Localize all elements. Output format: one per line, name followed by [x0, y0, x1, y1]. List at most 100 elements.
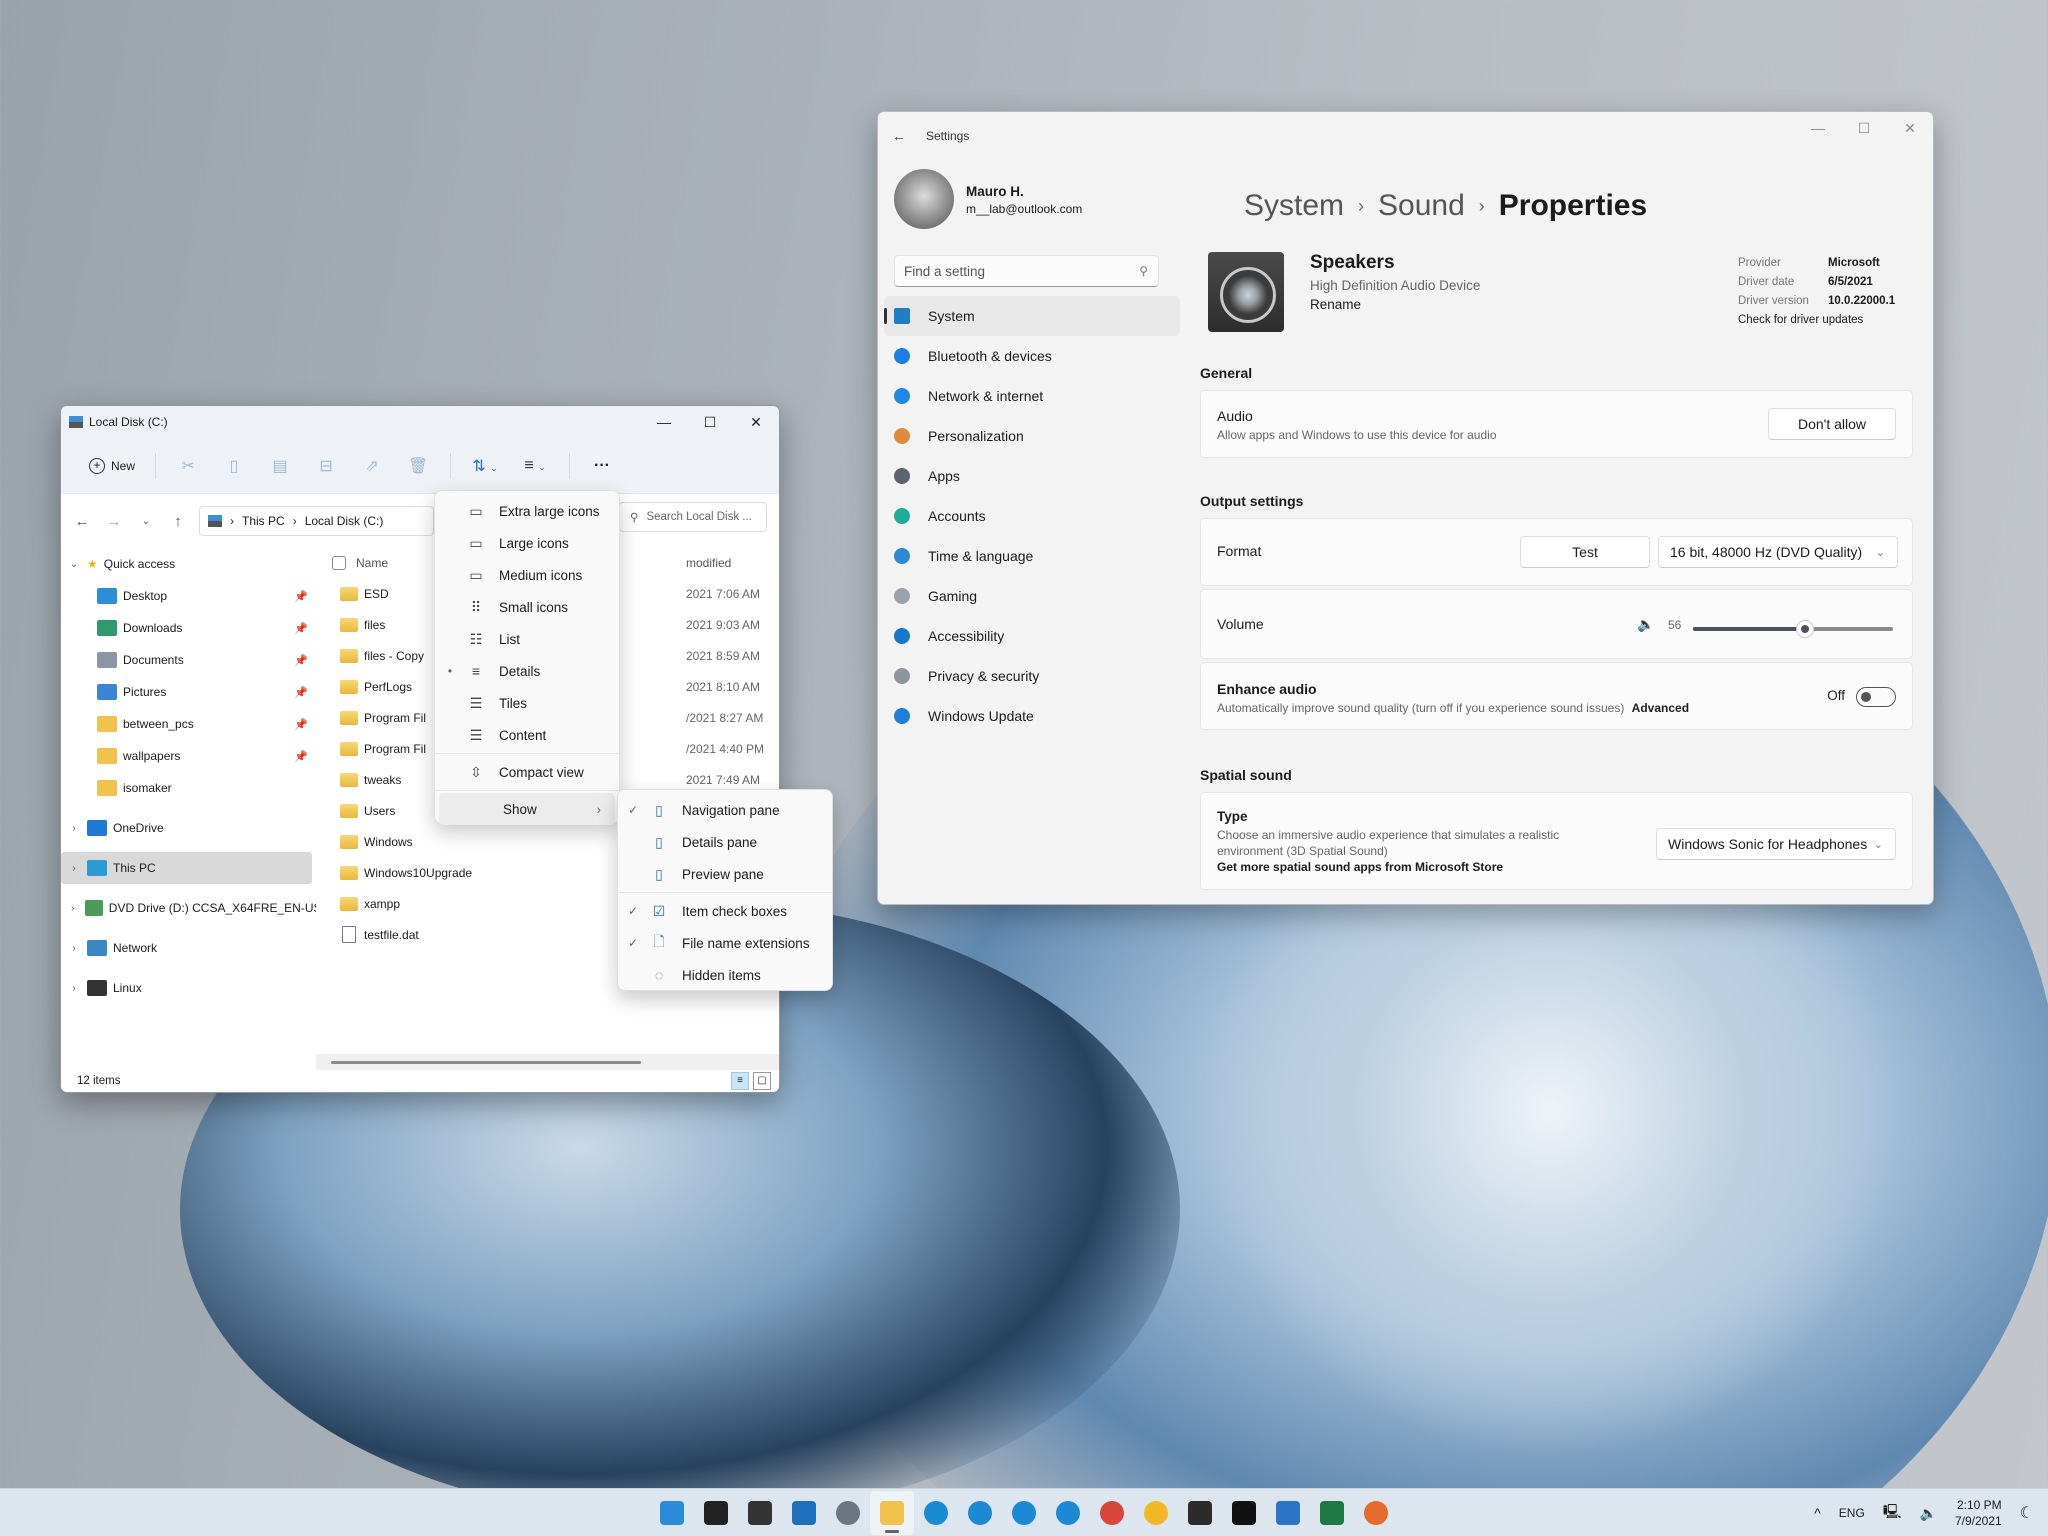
new-button[interactable]: + New — [81, 454, 143, 478]
select-all-checkbox[interactable] — [332, 556, 346, 570]
settings-nav-personalization[interactable]: Personalization — [884, 416, 1180, 456]
chevron-right-icon[interactable]: › — [61, 943, 87, 954]
nav-item-this[interactable]: › This PC — [61, 852, 312, 884]
settings-nav-windows-update[interactable]: Windows Update — [884, 696, 1180, 736]
settings-nav-privacy-security[interactable]: Privacy & security — [884, 656, 1180, 696]
back-arrow-icon[interactable]: ← — [71, 513, 93, 530]
explorer-titlebar[interactable]: Local Disk (C:) — ☐ ✕ — [61, 406, 779, 438]
copy-icon[interactable]: ▯ — [214, 456, 254, 476]
taskbar-edge-beta[interactable] — [958, 1491, 1002, 1535]
breadcrumb-this-pc[interactable]: This PC — [242, 514, 285, 528]
chevron-right-icon[interactable]: › — [61, 823, 87, 834]
view-menu-item-tiles[interactable]: ☰ Tiles — [435, 687, 619, 719]
breadcrumb-local-disk[interactable]: Local Disk (C:) — [305, 514, 384, 528]
taskbar-command-prompt[interactable] — [1222, 1491, 1266, 1535]
nav-item-desktop[interactable]: Desktop 📌 — [61, 580, 316, 612]
chevron-right-icon[interactable]: › — [61, 863, 87, 874]
show-menu-item-hidden-items[interactable]: ◌ Hidden items — [618, 959, 832, 991]
view-menu-item-show[interactable]: Show › — [439, 793, 615, 825]
chevron-right-icon[interactable]: › — [61, 983, 87, 994]
forward-arrow-icon[interactable]: → — [103, 513, 125, 530]
nav-item-documents[interactable]: Documents 📌 — [61, 644, 316, 676]
nav-item-network[interactable]: › Network — [61, 932, 316, 964]
volume-slider-thumb[interactable] — [1796, 620, 1814, 638]
settings-nav-bluetooth-devices[interactable]: Bluetooth & devices — [884, 336, 1180, 376]
spatial-type-dropdown[interactable]: Windows Sonic for Headphones ⌄ — [1656, 828, 1896, 860]
pin-icon[interactable]: 📌 — [294, 622, 308, 635]
view-icon[interactable]: ≡ ⌄ — [513, 457, 557, 475]
taskbar-terminal[interactable] — [1178, 1491, 1222, 1535]
show-menu-item-preview-pane[interactable]: ▯ Preview pane — [618, 858, 832, 890]
settings-titlebar[interactable]: ← Settings — [892, 128, 969, 144]
view-menu-item-details[interactable]: • ≡ Details — [435, 655, 619, 687]
more-options-button[interactable]: ··· — [582, 457, 622, 475]
speaker-volume-icon[interactable]: 🔈 — [1637, 616, 1654, 633]
view-menu-item-extra-large-icons[interactable]: ▭ Extra large icons — [435, 495, 619, 527]
view-menu-item-small-icons[interactable]: ⠿ Small icons — [435, 591, 619, 623]
volume-icon[interactable]: 🔈 — [1920, 1505, 1937, 1522]
chevron-right-icon[interactable]: › — [61, 903, 85, 914]
show-hidden-icons-chevron[interactable]: ^ — [1814, 1505, 1821, 1521]
nav-item-dvd[interactable]: › DVD Drive (D:) CCSA_X64FRE_EN-US_D — [61, 892, 316, 924]
language-indicator[interactable]: ENG — [1839, 1506, 1865, 1520]
share-icon[interactable]: ⇗ — [352, 456, 392, 476]
maximize-button[interactable]: ☐ — [1841, 112, 1887, 144]
test-button[interactable]: Test — [1520, 536, 1650, 568]
taskbar-file-explorer[interactable] — [870, 1491, 914, 1535]
close-button[interactable]: ✕ — [733, 414, 779, 431]
delete-icon[interactable]: 🗑 — [398, 456, 438, 476]
taskbar-widgets[interactable] — [782, 1491, 826, 1535]
nav-item-pictures[interactable]: Pictures 📌 — [61, 676, 316, 708]
show-menu-item-item-check-boxes[interactable]: ✓ ☑ Item check boxes — [618, 895, 832, 927]
enhance-audio-toggle[interactable] — [1856, 687, 1896, 707]
nav-item-wallpapers[interactable]: wallpapers 📌 — [61, 740, 316, 772]
taskbar-settings[interactable] — [826, 1491, 870, 1535]
column-modified[interactable]: modified — [686, 556, 731, 570]
settings-nav-time-language[interactable]: Time & language — [884, 536, 1180, 576]
settings-nav-apps[interactable]: Apps — [884, 456, 1180, 496]
taskbar-edge-canary[interactable] — [1046, 1491, 1090, 1535]
up-arrow-icon[interactable]: ↑ — [167, 513, 189, 530]
microsoft-store-link[interactable]: Get more spatial sound apps from Microso… — [1217, 860, 1503, 874]
settings-nav-network-internet[interactable]: Network & internet — [884, 376, 1180, 416]
taskbar-excel[interactable] — [1310, 1491, 1354, 1535]
taskbar-edge[interactable] — [914, 1491, 958, 1535]
rename-icon[interactable]: ⊟ — [306, 456, 346, 476]
maximize-button[interactable]: ☐ — [687, 414, 733, 431]
minimize-button[interactable]: — — [1795, 112, 1841, 144]
search-input[interactable]: ⚲ Search Local Disk ... — [619, 502, 767, 532]
back-arrow-icon[interactable]: ← — [892, 128, 906, 144]
tiles-view-icon[interactable]: ▢ — [753, 1072, 771, 1090]
taskbar-start[interactable] — [650, 1491, 694, 1535]
focus-assist-moon-icon[interactable]: ☾ — [2020, 1503, 2034, 1523]
settings-nav-accounts[interactable]: Accounts — [884, 496, 1180, 536]
nav-item-between-pcs[interactable]: between_pcs 📌 — [61, 708, 316, 740]
pin-icon[interactable]: 📌 — [294, 686, 308, 699]
nav-item-linux[interactable]: › Linux — [61, 972, 316, 1004]
clock[interactable]: 2:10 PM 7/9/2021 — [1955, 1497, 2002, 1529]
nav-item-isomaker[interactable]: isomaker — [61, 772, 316, 804]
taskbar-chrome[interactable] — [1090, 1491, 1134, 1535]
details-view-icon[interactable]: ≡ — [731, 1072, 749, 1090]
address-bar[interactable]: › This PC › Local Disk (C:) — [199, 506, 434, 536]
pin-icon[interactable]: 📌 — [294, 750, 308, 763]
view-menu-item-medium-icons[interactable]: ▭ Medium icons — [435, 559, 619, 591]
check-driver-updates-link[interactable]: Check for driver updates — [1738, 311, 1895, 330]
paste-icon[interactable]: ▤ — [260, 456, 300, 476]
volume-slider[interactable] — [1693, 620, 1893, 638]
view-menu-item-content[interactable]: ☰ Content — [435, 719, 619, 751]
horizontal-scrollbar[interactable] — [316, 1054, 779, 1070]
taskbar-search[interactable] — [694, 1491, 738, 1535]
settings-nav-gaming[interactable]: Gaming — [884, 576, 1180, 616]
settings-nav-system[interactable]: System — [884, 296, 1180, 336]
scrollbar-thumb[interactable] — [331, 1061, 641, 1064]
pin-icon[interactable]: 📌 — [294, 654, 308, 667]
column-name[interactable]: Name — [356, 556, 388, 570]
advanced-link[interactable]: Advanced — [1632, 701, 1689, 715]
sort-icon[interactable]: ⇅ ⌄ — [463, 456, 507, 476]
nav-item-downloads[interactable]: Downloads 📌 — [61, 612, 316, 644]
breadcrumb-sound[interactable]: Sound — [1378, 189, 1465, 223]
pin-icon[interactable]: 📌 — [294, 718, 308, 731]
user-avatar[interactable] — [894, 169, 954, 229]
nav-quick-access[interactable]: ⌄ ★ Quick access — [61, 548, 316, 580]
